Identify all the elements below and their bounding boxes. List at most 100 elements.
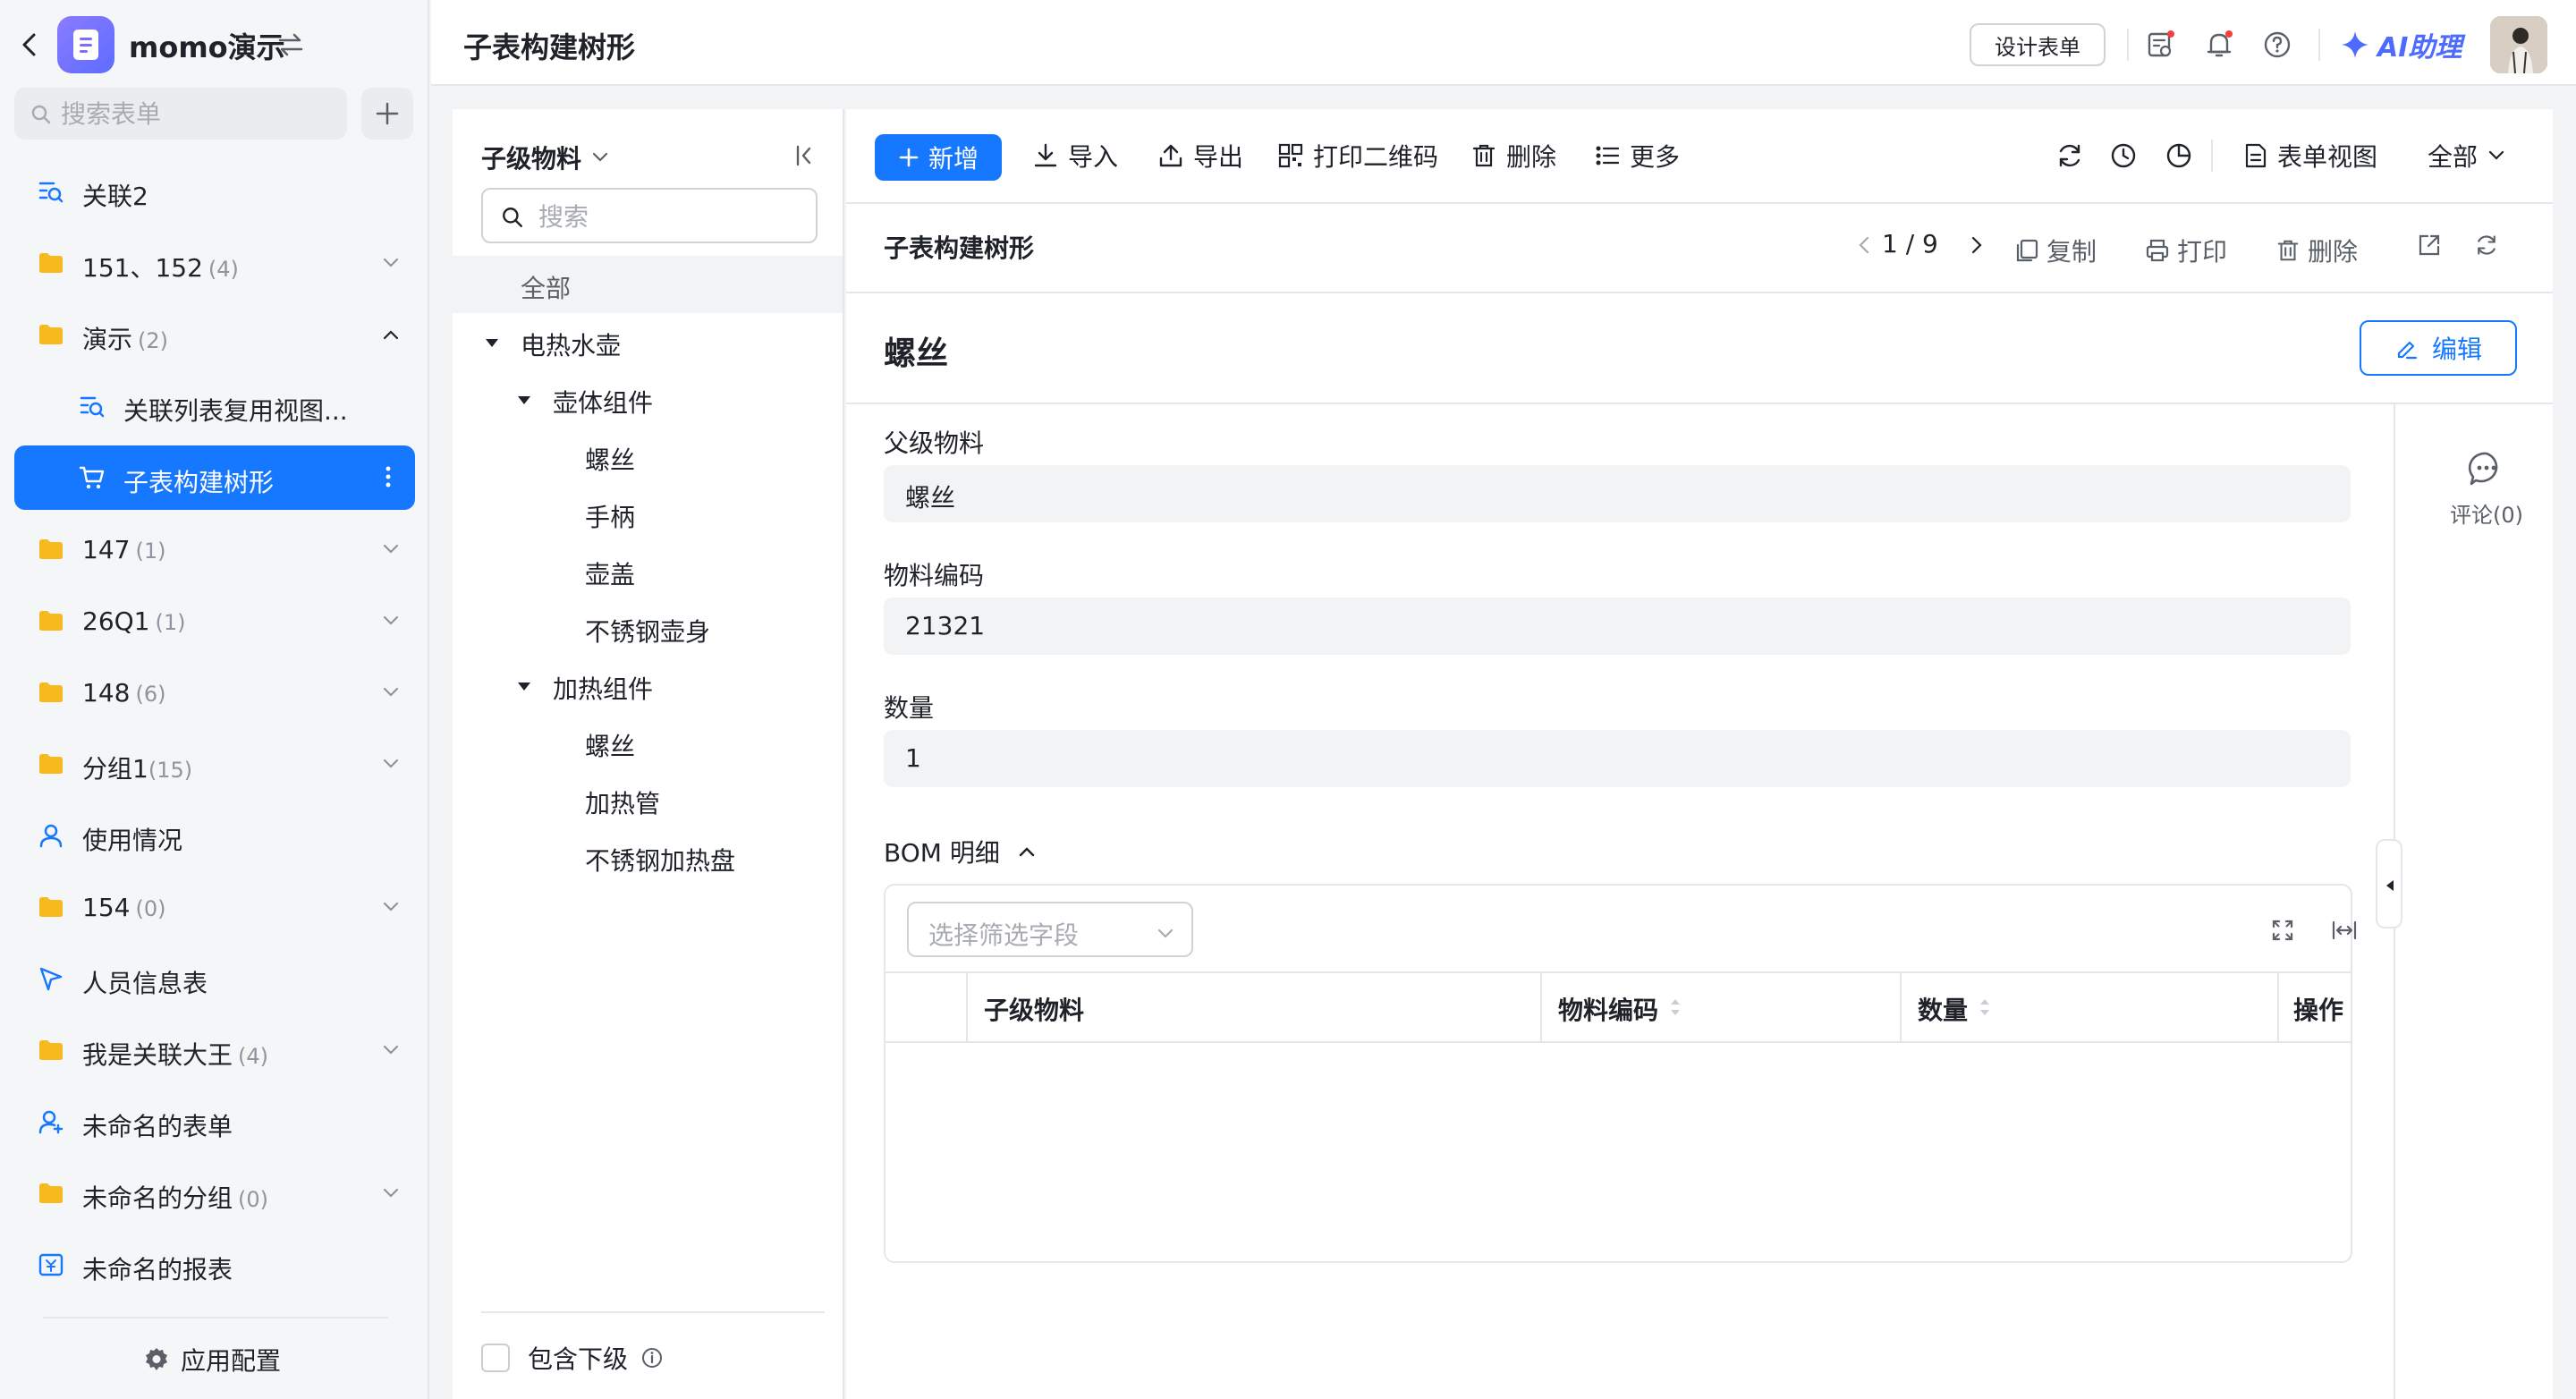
tree-node[interactable]: 螺丝 (453, 714, 843, 771)
sidebar-search[interactable] (14, 88, 347, 140)
open-new-window-icon[interactable] (2417, 233, 2442, 258)
chevron-down-icon[interactable] (381, 542, 401, 556)
scope-select[interactable]: 全部 (2428, 138, 2506, 174)
chevron-left-icon[interactable] (1855, 234, 1873, 256)
print-qrcode-button[interactable]: 打印二维码 (1277, 138, 1438, 174)
bom-column-quantity[interactable]: 数量 (1900, 973, 2277, 1043)
comment-button[interactable]: 评论(0) (2442, 449, 2531, 529)
sidebar-item-148[interactable]: 148 (6) (14, 660, 415, 725)
tree-node[interactable]: 不锈钢壶身 (453, 599, 843, 657)
sidebar-search-input[interactable] (61, 97, 329, 131)
switch-icon[interactable] (277, 32, 304, 57)
design-form-button[interactable]: 设计表单 (1970, 23, 2106, 66)
tree-node[interactable]: 电热水壶 (453, 313, 843, 370)
printer-icon (2146, 239, 2169, 262)
tree-search[interactable] (481, 188, 818, 243)
refresh-icon[interactable] (2055, 141, 2084, 170)
sidebar-item-人员信息表[interactable]: 人员信息表 (14, 946, 415, 1011)
delete-button[interactable]: 删除 (1470, 138, 1556, 174)
tree-field-select[interactable]: 子级物料 (481, 140, 610, 175)
filter-field-select[interactable]: 选择筛选字段 (907, 902, 1193, 957)
chevron-down-icon[interactable] (381, 256, 401, 270)
sidebar-item-分组1[interactable]: 分组1(15) (14, 732, 415, 796)
tree-node[interactable]: 螺丝 (453, 428, 843, 485)
include-children-label: 包含下级 (528, 1344, 629, 1374)
more-button[interactable]: 更多 (1594, 138, 1680, 174)
sidebar-item-26q1[interactable]: 26Q1 (1) (14, 589, 415, 653)
sidebar-item-154[interactable]: 154 (0) (14, 875, 415, 939)
ai-assistant-button[interactable]: AI助理 (2340, 25, 2462, 64)
document-icon (2245, 143, 2267, 168)
print-button[interactable]: 打印 (2145, 233, 2227, 268)
app-config-button[interactable]: 应用配置 (143, 1342, 281, 1378)
bom-column-material-code[interactable]: 物料编码 (1540, 973, 1900, 1043)
add-form-button[interactable] (361, 88, 413, 140)
sidebar-item-子表构建树形[interactable]: 子表构建树形 (14, 445, 415, 510)
import-button[interactable]: 导入 (1032, 138, 1118, 174)
calendar-notice-icon[interactable] (2145, 29, 2177, 61)
record-delete-button[interactable]: 删除 (2275, 233, 2358, 268)
bell-icon[interactable] (2204, 29, 2236, 61)
tree-node[interactable]: 不锈钢加热盘 (453, 828, 843, 886)
sort-icon[interactable] (1979, 996, 1991, 1018)
tree-node[interactable]: 壶盖 (453, 542, 843, 599)
copy-button[interactable]: 复制 (2014, 233, 2097, 268)
bom-column-child-material[interactable]: 子级物料 (966, 973, 1540, 1043)
sidebar-item-未命名的报表[interactable]: 未命名的报表 (14, 1233, 415, 1297)
tree-node[interactable]: 手柄 (453, 485, 843, 542)
fullscreen-icon[interactable] (2270, 918, 2295, 943)
info-icon[interactable] (640, 1346, 664, 1369)
sidebar-item-label: 演示 (82, 325, 133, 354)
sidebar-item-我是关联大王[interactable]: 我是关联大王 (4) (14, 1018, 415, 1082)
caret-down-icon[interactable] (485, 338, 499, 349)
comment-panel-toggle[interactable] (2376, 839, 2402, 928)
tree-node[interactable]: 壶体组件 (453, 370, 843, 428)
chevron-down-icon[interactable] (381, 685, 401, 700)
help-icon[interactable] (2261, 29, 2293, 61)
chevron-down-icon[interactable] (381, 614, 401, 628)
chevron-down-icon[interactable] (381, 757, 401, 771)
add-record-button[interactable]: 新增 (875, 134, 1002, 181)
collapse-panel-icon[interactable] (792, 143, 818, 168)
bom-column-label: 子级物料 (984, 996, 1085, 1025)
tree-node[interactable]: 加热组件 (453, 657, 843, 714)
fit-width-icon[interactable] (2331, 918, 2358, 943)
export-button[interactable]: 导出 (1157, 138, 1243, 174)
sidebar-item-演示[interactable]: 演示 (2) (14, 302, 415, 367)
sort-icon[interactable] (1669, 996, 1682, 1018)
folder-icon (39, 539, 63, 559)
include-children-option[interactable]: 包含下级 (481, 1340, 664, 1376)
sidebar-item-未命名的表单[interactable]: 未命名的表单 (14, 1090, 415, 1154)
sidebar-item-147[interactable]: 147 (1) (14, 517, 415, 581)
sidebar-item-未命名的分组[interactable]: 未命名的分组 (0) (14, 1161, 415, 1225)
chevron-down-icon[interactable] (381, 1186, 401, 1200)
tree-node-label: 壶体组件 (553, 388, 654, 418)
comment-icon (2468, 452, 2498, 486)
edit-button[interactable]: 编辑 (2360, 320, 2517, 376)
include-children-checkbox[interactable] (481, 1344, 510, 1372)
history-icon[interactable] (2109, 141, 2138, 170)
avatar[interactable] (2490, 16, 2547, 73)
tree-node[interactable]: 加热管 (453, 771, 843, 828)
tree-node-all[interactable]: 全部 (453, 256, 843, 313)
app-config-label: 应用配置 (181, 1346, 282, 1376)
sidebar-item-使用情况[interactable]: 使用情况 (14, 803, 415, 868)
bom-section-toggle[interactable]: BOM 明细 (884, 834, 1038, 869)
caret-down-icon[interactable] (517, 395, 531, 406)
sidebar-item-关联2[interactable]: 关联2 (14, 159, 415, 224)
caret-down-icon[interactable] (517, 682, 531, 692)
more-vertical-icon[interactable] (385, 463, 392, 490)
ai-assistant-label: AI助理 (2377, 32, 2462, 64)
tree-search-input[interactable] (538, 199, 798, 234)
chevron-up-icon[interactable] (381, 327, 401, 342)
copy-icon (2016, 239, 2038, 262)
form-view-button[interactable]: 表单视图 (2243, 138, 2377, 174)
back-icon[interactable] (16, 30, 45, 59)
sidebar-item-关联列表复用视图[interactable]: 关联列表复用视图... (14, 374, 415, 438)
pie-chart-icon[interactable] (2165, 141, 2193, 170)
sidebar-item-151-152[interactable]: 151、152 (4) (14, 231, 415, 295)
chevron-right-icon[interactable] (1968, 234, 1986, 256)
chevron-down-icon[interactable] (381, 900, 401, 914)
chevron-down-icon[interactable] (381, 1043, 401, 1057)
refresh-icon[interactable] (2474, 233, 2499, 258)
